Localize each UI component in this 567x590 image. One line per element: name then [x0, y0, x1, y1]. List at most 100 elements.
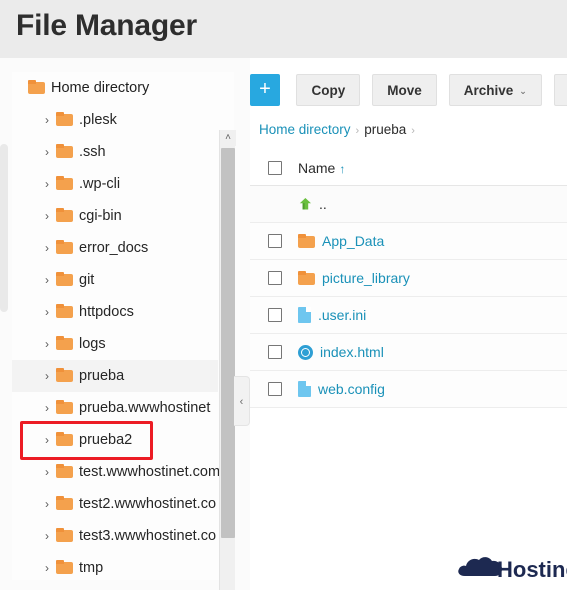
add-new-button[interactable]: + [250, 74, 280, 106]
tree-item-httpdocs[interactable]: › httpdocs [12, 296, 218, 328]
row-checkbox[interactable] [268, 271, 282, 285]
tree-item-label: httpdocs [79, 304, 134, 320]
chevron-right-icon[interactable]: › [40, 392, 54, 424]
tree-item-label: git [79, 272, 95, 288]
file-table-header: Name ↑ [250, 150, 567, 186]
folder-icon [56, 528, 74, 542]
folder-icon [56, 144, 74, 158]
up-arrow-icon [298, 197, 313, 212]
tree-item-prueba-wwwhostinet[interactable]: › prueba.wwwhostinet [12, 392, 218, 424]
tree-item-error-docs[interactable]: › error_docs [12, 232, 218, 264]
tree-item-prueba2[interactable]: › prueba2 [12, 424, 218, 456]
tree-item-label: cgi-bin [79, 208, 122, 224]
chevron-right-icon[interactable]: › [40, 168, 54, 200]
breadcrumb-separator-icon: › [411, 125, 415, 137]
file-name-link[interactable]: picture_library [322, 270, 410, 286]
chevron-right-icon[interactable]: › [40, 360, 54, 392]
chevron-right-icon[interactable]: › [40, 136, 54, 168]
file-name-link[interactable]: .. [319, 196, 327, 212]
breadcrumb-item-home-directory[interactable]: Home directory [259, 122, 351, 137]
file-name-cell: .. [298, 186, 327, 222]
folder-icon [56, 176, 74, 190]
row-checkbox[interactable] [268, 382, 282, 396]
file-name-link[interactable]: web.config [318, 381, 385, 397]
tree-item-test2-wwwhostinet-co[interactable]: › test2.wwwhostinet.co [12, 488, 218, 520]
tree-item-prueba[interactable]: › prueba [12, 360, 218, 392]
file-row[interactable]: .. [250, 186, 567, 223]
tree-item-label: test2.wwwhostinet.co [79, 496, 217, 512]
page-title: File Manager [16, 9, 197, 42]
file-row[interactable]: .user.ini [250, 297, 567, 334]
scroll-up-icon[interactable]: ˄ [220, 130, 236, 146]
tree-vertical-scrollbar[interactable]: ˄ ˅ [219, 130, 236, 590]
tree-item-home-directory[interactable]: Home directory [12, 72, 218, 104]
tree-item-label: .plesk [79, 112, 117, 128]
select-all-checkbox[interactable] [268, 160, 282, 175]
tree-item-plesk[interactable]: › .plesk [12, 104, 218, 136]
chevron-right-icon[interactable]: › [40, 328, 54, 360]
sort-ascending-icon: ↑ [339, 162, 346, 176]
chevron-right-icon[interactable]: › [40, 520, 54, 552]
file-name-cell: picture_library [298, 260, 410, 296]
folder-icon [56, 240, 74, 254]
chevron-right-icon[interactable]: › [40, 552, 54, 580]
tree-item-label: test.wwwhostinet.com [79, 464, 221, 480]
copy-button[interactable]: Copy [296, 74, 361, 106]
tree-item-label: prueba2 [79, 432, 133, 448]
file-list-panel: + Copy Move Archive ⌄ M Home directory › prueb… [250, 58, 567, 590]
chevron-right-icon[interactable]: › [40, 232, 54, 264]
tree-item-wp-cli[interactable]: › .wp-cli [12, 168, 218, 200]
file-name-link[interactable]: index.html [320, 344, 384, 360]
tree-item-cgi-bin[interactable]: › cgi-bin [12, 200, 218, 232]
chevron-right-icon[interactable]: › [40, 104, 54, 136]
row-checkbox[interactable] [268, 308, 282, 322]
tree-item-label: .wp-cli [79, 176, 121, 192]
file-icon [298, 381, 311, 398]
file-row[interactable]: index.html [250, 334, 567, 371]
file-name-link[interactable]: .user.ini [318, 307, 366, 323]
folder-icon [298, 234, 315, 249]
folder-icon [298, 271, 315, 286]
app-header: File Manager [0, 0, 567, 58]
page-scrollbar[interactable] [0, 144, 8, 312]
folder-icon [56, 272, 74, 286]
button-label: Copy [311, 83, 346, 98]
chevron-right-icon[interactable]: › [40, 264, 54, 296]
tree-item-label: tmp [79, 560, 104, 576]
tree-scrollbar-thumb[interactable] [221, 148, 235, 538]
archive-button[interactable]: Archive ⌄ [448, 74, 542, 106]
tree-item-label: prueba.wwwhostinet [79, 400, 211, 416]
row-checkbox[interactable] [268, 345, 282, 359]
folder-icon [28, 80, 46, 94]
breadcrumb-item-prueba: prueba [364, 122, 407, 137]
move-button[interactable]: Move [372, 74, 437, 106]
button-label: Archive [463, 83, 514, 98]
file-name-cell: .user.ini [298, 297, 366, 333]
panel-collapse-handle[interactable]: ‹ [234, 376, 250, 426]
file-row[interactable]: web.config [250, 371, 567, 408]
html-file-icon [298, 344, 313, 360]
chevron-right-icon[interactable]: › [40, 296, 54, 328]
file-row[interactable]: App_Data [250, 223, 567, 260]
file-name-cell: App_Data [298, 223, 384, 259]
column-header-name[interactable]: Name ↑ [298, 150, 345, 185]
file-name-link[interactable]: App_Data [322, 233, 384, 249]
tree-item-ssh[interactable]: › .ssh [12, 136, 218, 168]
chevron-right-icon[interactable]: › [40, 456, 54, 488]
tree-item-test3-wwwhostinet-co[interactable]: › test3.wwwhostinet.co [12, 520, 218, 552]
tree-item-tmp[interactable]: › tmp [12, 552, 218, 580]
chevron-right-icon[interactable]: › [40, 424, 54, 456]
row-checkbox[interactable] [268, 234, 282, 248]
chevron-right-icon[interactable]: › [40, 488, 54, 520]
tree-item-git[interactable]: › git [12, 264, 218, 296]
folder-icon [56, 432, 74, 446]
chevron-right-icon[interactable]: › [40, 200, 54, 232]
tree-item-logs[interactable]: › logs [12, 328, 218, 360]
tree-item-label: prueba [79, 368, 125, 384]
tree-item-label: Home directory [51, 80, 150, 96]
tree-item-test-wwwhostinet-com[interactable]: › test.wwwhostinet.com [12, 456, 221, 488]
chevron-down-icon[interactable]: ⌄ [519, 86, 527, 96]
m-button[interactable]: M [553, 74, 567, 106]
tree-item-label: error_docs [79, 240, 149, 256]
file-row[interactable]: picture_library [250, 260, 567, 297]
